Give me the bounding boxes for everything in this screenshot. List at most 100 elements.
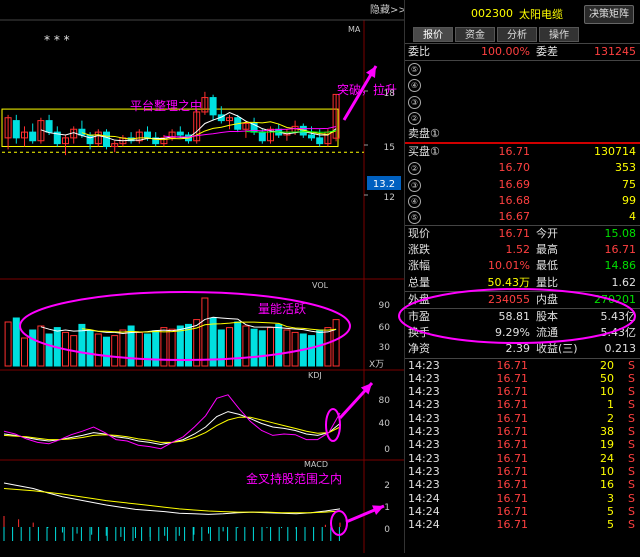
tick-flag: S [628,385,635,399]
macd-dea-line [3,488,341,514]
tick-price: 16.71 [496,358,529,372]
sell-level-3: ③ [408,95,421,109]
tick-flag: S [628,411,635,425]
volume-bar [103,336,110,367]
tick-volume: 10 [600,385,614,399]
tick-price: 16.71 [496,371,529,385]
quote-value: 10.01% [488,259,530,273]
volume-annotation: 量能活跃 [258,302,306,316]
volume-bar [111,335,119,367]
tick-time: 14:23 [408,478,440,492]
tick-time: 14:23 [408,464,440,478]
candle-body [86,134,94,145]
volume-bar [332,319,340,367]
tick-time: 14:24 [408,518,440,532]
vol-tick: 60 [379,323,391,333]
volume-bar [86,330,94,367]
decision-matrix-button[interactable]: 决策矩阵 [584,5,634,24]
vol-label: VOL [312,281,329,290]
tick-volume: 3 [607,491,614,505]
kline-chart-area[interactable]: MA * * * VOL KDJ MACD X万 隐藏>> 平台整理之中 突破，… [0,0,407,553]
tick-row: 14:24 16.71 5 S [405,505,640,518]
tick-time: 14:23 [408,385,440,399]
tab-operation[interactable]: 操作 [539,27,579,42]
buy-price: 16.69 [498,177,531,191]
tab-quote[interactable]: 报价 [413,27,453,42]
volume-bar [152,330,160,367]
price-tick: 12 [384,193,395,203]
tick-flag: S [628,504,635,518]
tick-row: 14:23 16.71 20 S [405,359,640,372]
tick-price: 16.71 [496,464,529,478]
vol-unit-label: X万 [369,360,384,370]
tab-analysis[interactable]: 分析 [497,27,537,42]
tick-row: 14:23 16.71 1 S [405,398,640,411]
candle-body [78,128,86,136]
buy-volume: 353 [615,161,636,175]
volume-bar [283,329,291,367]
tick-row: 14:23 16.71 2 S [405,412,640,425]
tick-row: 14:23 16.71 38 S [405,425,640,438]
macd-dif-line [3,482,341,515]
tick-time: 14:24 [408,491,440,505]
tick-row: 14:23 16.71 19 S [405,438,640,451]
tick-price: 16.71 [496,385,529,399]
tick-row: 14:23 16.71 24 S [405,452,640,465]
ma-label: MA [348,25,361,34]
volume-bar [242,325,250,367]
sell-level-1: 卖盘① [408,126,440,140]
tick-row: 14:23 16.71 50 S [405,372,640,385]
quote-label: 涨跌 [408,243,430,257]
tick-volume: 16 [600,478,614,492]
kline-chart[interactable]: MA * * * VOL KDJ MACD X万 隐藏>> 平台整理之中 突破，… [0,0,407,553]
tick-time: 14:24 [408,504,440,518]
kdj-tick: 40 [379,419,391,429]
quote-label: 涨幅 [408,259,430,273]
volume-bar [291,331,299,367]
tick-flag: S [628,518,635,532]
tick-flag: S [628,358,635,372]
buy-price: 16.67 [498,209,531,223]
tick-time: 14:23 [408,425,440,439]
tick-flag: S [628,371,635,385]
quote-label: 现价 [408,227,430,241]
sell-level-4: ④ [408,79,421,93]
weibi-value: 100.00% [481,45,530,58]
stock-code: 002300 [471,7,513,20]
tick-price: 16.71 [496,504,529,518]
weicha-label: 委差 [536,45,558,58]
volume-bar [21,337,28,367]
volume-bar [119,329,127,367]
tick-row: 14:24 16.71 5 S [405,518,640,531]
candle-body [45,120,53,133]
volume-bar [250,328,258,367]
platform-annotation: 平台整理之中 [130,98,202,113]
tick-flag: S [628,425,635,439]
buy-level-5: ⑤ [408,210,421,224]
volume-bar [258,330,266,367]
volume-bar [316,329,324,367]
tick-price: 16.71 [496,518,529,532]
tick-list[interactable]: 14:23 16.71 20 S 14:23 16.71 50 S 14:23 16.71 10 S 1… [405,357,640,532]
stock-header: 002300 太阳电缆 决策矩阵 [405,0,640,27]
quote-label: 最低 [536,259,558,273]
volume-bar [144,333,151,367]
buy-level-1: 买盘① [408,145,440,159]
hide-button[interactable]: 隐藏>> [370,4,407,16]
tick-flag: S [628,438,635,452]
quote-value: 15.08 [604,227,637,241]
star-marks: * * * [44,33,70,47]
quote-value: 14.86 [604,259,637,273]
tick-volume: 19 [600,438,614,452]
tick-volume: 38 [600,425,614,439]
tab-funds[interactable]: 资金 [455,27,495,42]
tick-price: 16.71 [496,478,529,492]
buy-volume: 99 [622,193,636,207]
quote-panel: 002300 太阳电缆 决策矩阵 报价 资金 分析 操作 委比 100.00% … [398,0,640,553]
buy-level-3: ③ [408,178,421,192]
weibi-row: 委比 100.00% 委差 131245 [405,43,640,60]
volume-bar [275,323,283,367]
weibi-label: 委比 [408,45,430,58]
candle-body [258,131,266,142]
tick-row: 14:23 16.71 10 S [405,465,640,478]
